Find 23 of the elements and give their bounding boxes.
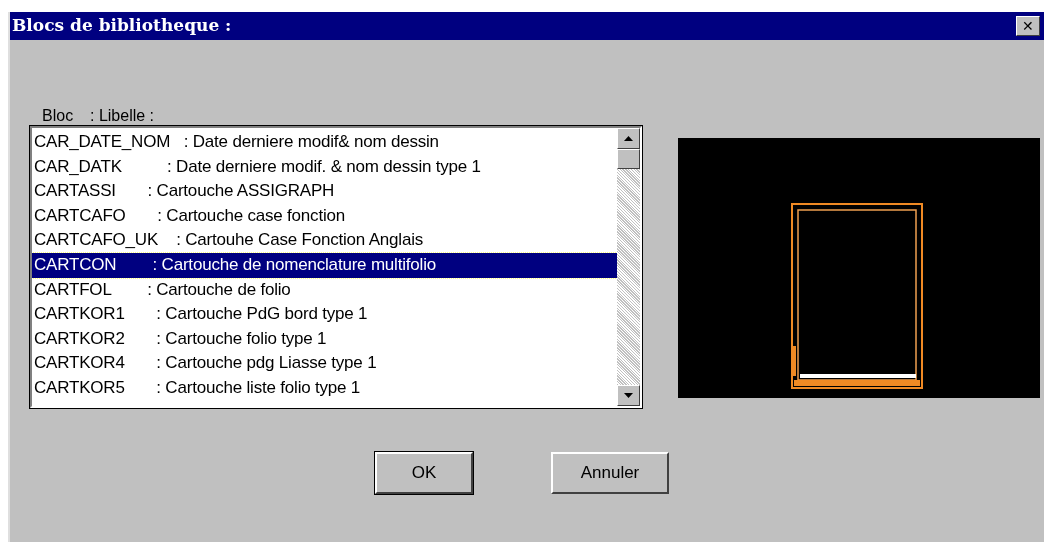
close-button[interactable]: ✕	[1016, 16, 1040, 36]
column-header: : Libelle :	[90, 106, 155, 126]
list-item[interactable]: CARTCAFO_UK : Cartouhe Case Fonction Anglais	[32, 228, 617, 253]
scroll-up-button[interactable]	[617, 128, 640, 149]
list-item[interactable]: CARTASSI : Cartouche ASSIGRAPH	[32, 179, 617, 204]
scroll-thumb[interactable]	[617, 149, 640, 169]
scrollbar[interactable]	[617, 128, 640, 406]
cancel-button[interactable]: Annuler	[551, 452, 669, 494]
scroll-down-button[interactable]	[617, 385, 640, 406]
list-item[interactable]: CARTFOL : Cartouche de folio	[32, 277, 617, 303]
list-item[interactable]: CARTKOR2 : Cartouche folio type 1	[32, 326, 617, 352]
list-item[interactable]: CARTKOR5 : Cartouche liste folio type 1	[32, 375, 617, 401]
list-item[interactable]: CAR_DATK : Date derniere modif. & nom dessin type 1	[32, 154, 617, 180]
list-item[interactable]: CARTKOR4 : Cartouche pdg Liasse type 1	[32, 351, 617, 376]
list-item[interactable]: CARTCAFO : Cartouche case fonction	[32, 203, 617, 229]
list-item[interactable]: CARTCON : Cartouche de nomenclature multifolio	[32, 252, 617, 278]
column-header: Bloc	[41, 106, 75, 126]
window-title: Blocs de bibliotheque :	[12, 14, 232, 38]
list-item[interactable]: CARTKOR1 : Cartouche PdG bord type 1	[32, 302, 617, 327]
down-arrow-icon	[624, 393, 633, 398]
list-item[interactable]: CAR_DATE_NOM : Date derniere modif& nom dessin	[32, 130, 617, 155]
up-arrow-icon	[624, 136, 633, 141]
ok-button[interactable]: OK	[375, 452, 473, 494]
